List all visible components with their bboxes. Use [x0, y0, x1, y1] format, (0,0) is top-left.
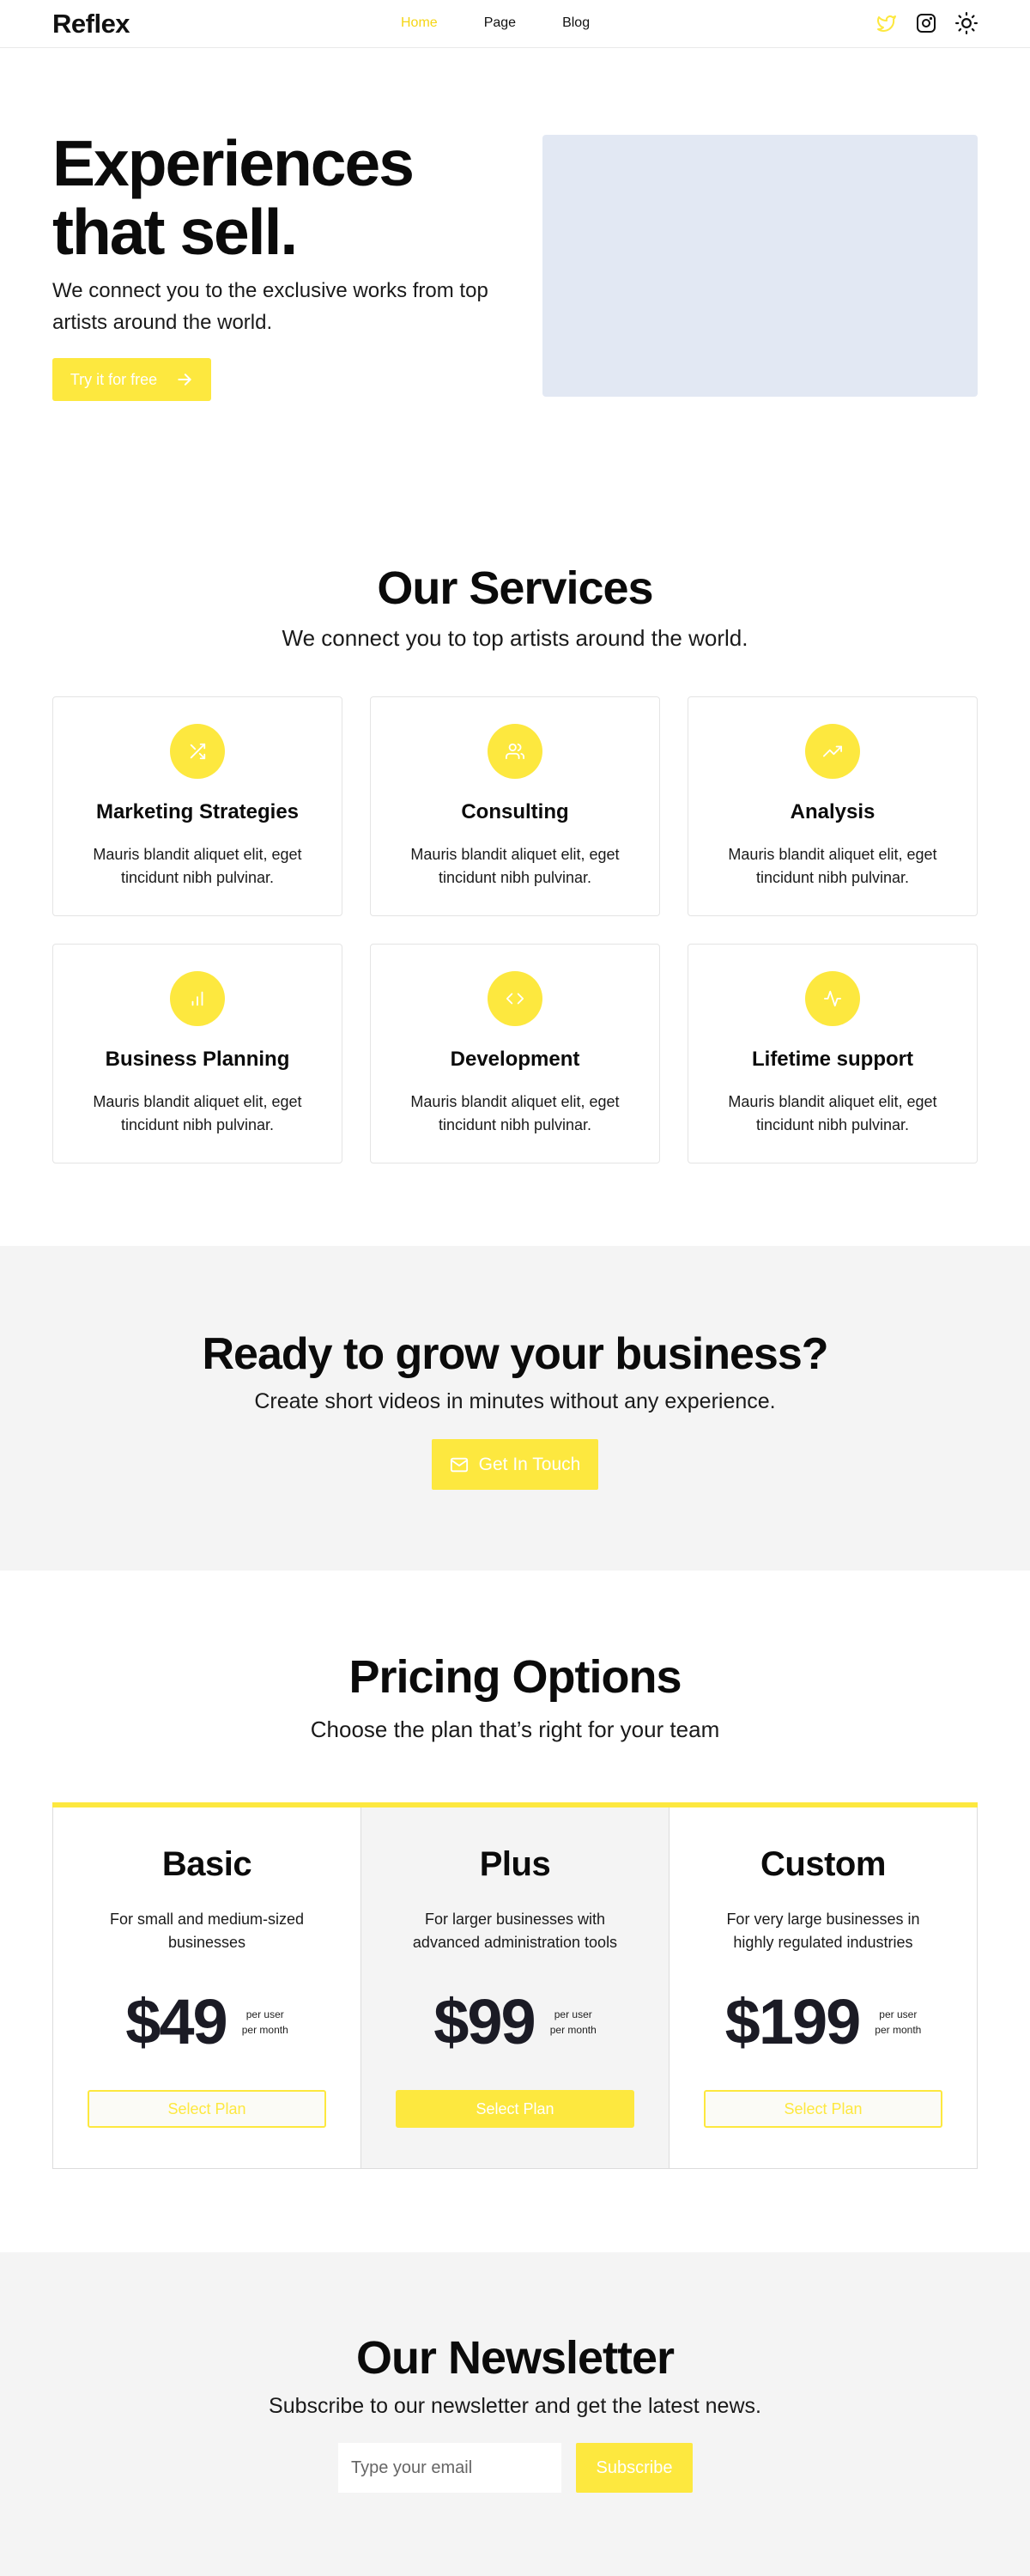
- service-text: Mauris blandit aliquet elit, eget tincid…: [728, 1093, 937, 1133]
- nav-icons: [876, 12, 978, 34]
- plan-period-unit: per user: [245, 2008, 284, 2020]
- try-free-button[interactable]: Try it for free: [52, 358, 211, 401]
- nav-link-page[interactable]: Page: [484, 15, 516, 31]
- plan-price: $99: [433, 1986, 536, 2057]
- nav-links: Home Page Blog: [401, 15, 636, 31]
- get-in-touch-button[interactable]: Get In Touch: [432, 1439, 598, 1490]
- hero-title-line1: Experiences: [52, 127, 415, 199]
- newsletter-subtitle: Subscribe to our newsletter and get the …: [269, 2394, 761, 2418]
- plan-card-basic: Basic For small and medium-sized busines…: [52, 1807, 361, 2169]
- bar-chart-icon: [170, 971, 225, 1026]
- plan-name: Plus: [479, 1845, 551, 1883]
- sun-icon[interactable]: [955, 12, 978, 34]
- pricing-title: Pricing Options: [348, 1651, 682, 1703]
- plan-period-term: per month: [875, 2023, 922, 2036]
- instagram-icon[interactable]: [916, 13, 936, 33]
- service-title: Consulting: [461, 800, 569, 823]
- plan-card-custom: Custom For very large businesses in high…: [670, 1807, 978, 2169]
- plan-price-row: $199 per user per month: [670, 1985, 977, 2058]
- plan-card-plus: Plus For larger businesses with advanced…: [361, 1807, 670, 2169]
- cta-subtitle: Create short videos in minutes without a…: [254, 1389, 776, 1413]
- service-card: Analysis Mauris blandit aliquet elit, eg…: [688, 696, 978, 916]
- service-title: Business Planning: [105, 1048, 290, 1071]
- plan-price: $199: [724, 1986, 862, 2057]
- mail-icon: [450, 1457, 468, 1472]
- newsletter-section: Our Newsletter Subscribe to our newslett…: [0, 2252, 1030, 2576]
- plan-price-row: $99 per user per month: [361, 1985, 669, 2058]
- plan-price-row: $49 per user per month: [53, 1985, 360, 2058]
- service-card: Development Mauris blandit aliquet elit,…: [370, 944, 660, 1163]
- get-in-touch-label: Get In Touch: [478, 1454, 581, 1474]
- hero-title: Experiences that sell.: [52, 129, 533, 266]
- plan-description: For larger businesses with advanced admi…: [412, 1911, 618, 1951]
- service-card: Marketing Strategies Mauris blandit aliq…: [52, 696, 342, 916]
- plan-price: $49: [125, 1986, 227, 2057]
- trending-up-icon: [805, 724, 860, 779]
- plan-period-unit: per user: [879, 2008, 918, 2020]
- service-title: Development: [450, 1048, 580, 1071]
- service-text: Mauris blandit aliquet elit, eget tincid…: [728, 846, 937, 886]
- twitter-icon[interactable]: [876, 13, 897, 33]
- shuffle-icon: [170, 724, 225, 779]
- pricing-table: Basic For small and medium-sized busines…: [52, 1802, 978, 2169]
- hero-subtitle: We connect you to the exclusive works fr…: [52, 279, 488, 334]
- subscribe-button[interactable]: Subscribe: [576, 2443, 693, 2493]
- select-plan-button-plus[interactable]: Select Plan: [396, 2090, 634, 2128]
- plan-period: per user per month: [550, 2007, 597, 2038]
- hero-image-placeholder: [542, 135, 978, 397]
- logo[interactable]: Reflex: [52, 9, 130, 39]
- plan-period-term: per month: [549, 2023, 597, 2036]
- service-card: Business Planning Mauris blandit aliquet…: [52, 944, 342, 1163]
- service-title: Analysis: [790, 800, 876, 823]
- service-title: Marketing Strategies: [95, 800, 300, 823]
- try-free-label: Try it for free: [70, 370, 158, 388]
- plan-period: per user per month: [875, 2007, 921, 2038]
- select-plan-button-basic[interactable]: Select Plan: [88, 2090, 326, 2128]
- plan-name: Custom: [760, 1845, 886, 1883]
- service-card: Consulting Mauris blandit aliquet elit, …: [370, 696, 660, 916]
- service-text: Mauris blandit aliquet elit, eget tincid…: [93, 846, 302, 886]
- service-text: Mauris blandit aliquet elit, eget tincid…: [410, 846, 620, 886]
- users-icon: [488, 724, 542, 779]
- service-text: Mauris blandit aliquet elit, eget tincid…: [93, 1093, 302, 1133]
- plan-period-unit: per user: [554, 2008, 592, 2020]
- plan-name: Basic: [161, 1845, 252, 1883]
- plan-description: For small and medium-sized businesses: [109, 1911, 305, 1951]
- plan-description: For very large businesses in highly regu…: [726, 1911, 920, 1951]
- top-navbar: Reflex Home Page Blog: [0, 0, 1030, 48]
- services-title: Our Services: [377, 562, 653, 614]
- pricing-subtitle: Choose the plan that’s right for your te…: [310, 1716, 720, 1742]
- service-title: Lifetime support: [751, 1048, 913, 1071]
- nav-link-blog[interactable]: Blog: [562, 15, 590, 31]
- newsletter-title: Our Newsletter: [355, 2332, 675, 2384]
- cta-title: Ready to grow your business?: [202, 1329, 828, 1379]
- nav-link-home[interactable]: Home: [401, 15, 438, 31]
- activity-icon: [805, 971, 860, 1026]
- arrow-right-icon: [178, 374, 191, 386]
- services-subtitle: We connect you to top artists around the…: [282, 625, 748, 651]
- plan-period: per user per month: [242, 2007, 288, 2038]
- plan-period-term: per month: [241, 2023, 288, 2036]
- code-icon: [488, 971, 542, 1026]
- select-plan-button-custom[interactable]: Select Plan: [704, 2090, 942, 2128]
- service-text: Mauris blandit aliquet elit, eget tincid…: [410, 1093, 620, 1133]
- hero-title-line2: that sell.: [52, 196, 298, 268]
- email-input[interactable]: [338, 2443, 561, 2493]
- service-card: Lifetime support Mauris blandit aliquet …: [688, 944, 978, 1163]
- cta-section: Ready to grow your business? Create shor…: [0, 1246, 1030, 1571]
